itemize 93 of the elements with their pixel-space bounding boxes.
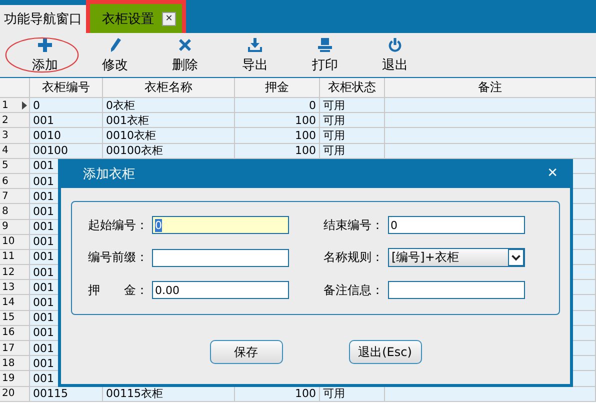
table-cell: 可用 bbox=[320, 113, 385, 128]
input-field[interactable] bbox=[152, 248, 289, 266]
table-cell: 100 bbox=[235, 113, 320, 128]
row-number: 3 bbox=[2, 130, 8, 141]
column-header: 衣柜编号 bbox=[30, 78, 103, 98]
table-cell: 可用 bbox=[320, 128, 385, 144]
input-field[interactable] bbox=[388, 281, 524, 299]
row-number: 12 bbox=[2, 266, 15, 278]
row-header[interactable]: 3 bbox=[0, 128, 30, 144]
row-number: 10 bbox=[2, 236, 15, 248]
table-cell: 00100 bbox=[30, 144, 103, 159]
row-header[interactable]: 17 bbox=[0, 341, 30, 356]
table-cell: 100 bbox=[235, 386, 320, 402]
row-number: 9 bbox=[2, 221, 8, 232]
table-cell: 00100衣柜 bbox=[103, 144, 235, 159]
row-header[interactable]: 19 bbox=[0, 371, 30, 387]
row-header[interactable]: 1 bbox=[0, 98, 30, 114]
input-field[interactable]: 0.00 bbox=[152, 281, 289, 299]
table-cell: 0010衣柜 bbox=[103, 128, 235, 144]
toolbar-button[interactable]: 修改 bbox=[80, 33, 150, 77]
row-header[interactable]: 6 bbox=[0, 174, 30, 190]
row-number: 1 bbox=[2, 100, 8, 111]
toolbar-button[interactable]: 导出 bbox=[220, 33, 290, 77]
row-number: 11 bbox=[2, 251, 15, 262]
plus-icon bbox=[37, 36, 53, 52]
column-header: 备注 bbox=[385, 78, 596, 98]
table-cell: 001 bbox=[30, 113, 103, 128]
table-cell: 0衣柜 bbox=[103, 98, 235, 114]
row-header[interactable]: 4 bbox=[0, 144, 30, 159]
row-number: 7 bbox=[2, 190, 8, 202]
row-number: 4 bbox=[2, 145, 8, 156]
power-icon bbox=[387, 36, 403, 52]
row-header[interactable]: 10 bbox=[0, 234, 30, 250]
row-number: 5 bbox=[2, 160, 8, 172]
row-number: 19 bbox=[2, 372, 15, 384]
field-label: 备注信息： bbox=[324, 282, 384, 298]
toolbar-button[interactable]: 删除 bbox=[150, 33, 220, 77]
row-number: 18 bbox=[2, 358, 15, 369]
row-number: 20 bbox=[2, 388, 15, 400]
field-label: 结束编号： bbox=[324, 216, 384, 234]
table-cell: 可用 bbox=[320, 386, 385, 402]
row-number: 16 bbox=[2, 327, 15, 338]
column-header: 衣柜名称 bbox=[103, 78, 235, 98]
row-header[interactable]: 20 bbox=[0, 386, 30, 402]
download-icon bbox=[247, 36, 263, 52]
row-header[interactable]: 18 bbox=[0, 356, 30, 372]
tab[interactable]: 衣柜设置 ✕ bbox=[86, 0, 186, 33]
row-number: 2 bbox=[2, 114, 8, 126]
toolbar-button[interactable]: 添加 bbox=[10, 33, 80, 77]
table-cell: 0010 bbox=[30, 128, 103, 144]
row-header[interactable]: 14 bbox=[0, 295, 30, 311]
toolbar-button[interactable]: 退出 bbox=[360, 33, 430, 77]
table-cell: 可用 bbox=[320, 98, 385, 114]
row-header[interactable]: 7 bbox=[0, 189, 30, 204]
table-cell: 001衣柜 bbox=[103, 113, 235, 128]
input-field[interactable]: 0 bbox=[152, 216, 289, 234]
field-label: 名称规则： bbox=[324, 249, 384, 266]
table-cell: 可用 bbox=[320, 144, 385, 159]
dialog-button[interactable]: 保存 bbox=[210, 340, 282, 364]
dialog-button[interactable]: 退出(Esc) bbox=[348, 340, 422, 364]
close-button[interactable]: ✕ bbox=[162, 12, 176, 26]
row-number: 15 bbox=[2, 312, 15, 324]
table-cell: 00115衣柜 bbox=[103, 386, 235, 402]
row-number: 6 bbox=[2, 176, 8, 187]
row-header[interactable]: 11 bbox=[0, 250, 30, 266]
row-number: 17 bbox=[2, 342, 15, 354]
row-header[interactable]: 16 bbox=[0, 326, 30, 341]
tab[interactable]: 功能导航窗口 bbox=[0, 5, 86, 33]
table-cell: 00115 bbox=[30, 386, 103, 402]
column-header: 衣柜状态 bbox=[320, 78, 385, 98]
row-header[interactable]: 13 bbox=[0, 280, 30, 296]
table-cell: 0 bbox=[30, 98, 103, 114]
printer-icon bbox=[317, 36, 333, 52]
row-header[interactable]: 2 bbox=[0, 113, 30, 128]
table-cell: 100 bbox=[235, 144, 320, 159]
row-header[interactable]: 15 bbox=[0, 310, 30, 326]
dropdown[interactable]: [编号]+衣柜 bbox=[388, 248, 524, 267]
row-header[interactable]: 12 bbox=[0, 265, 30, 280]
row-header[interactable]: 8 bbox=[0, 204, 30, 220]
row-number: 13 bbox=[2, 282, 15, 293]
column-header: 押金 bbox=[235, 78, 320, 98]
table-cell: 100 bbox=[235, 128, 320, 144]
close-button[interactable]: ✕ bbox=[547, 166, 558, 181]
chevron-down-icon bbox=[508, 249, 524, 266]
table-cell: 0 bbox=[235, 98, 320, 114]
row-header[interactable]: 9 bbox=[0, 220, 30, 235]
row-pointer-icon bbox=[22, 100, 27, 110]
row-header[interactable]: 5 bbox=[0, 158, 30, 174]
input-field[interactable]: 0 bbox=[388, 216, 524, 234]
row-number: 8 bbox=[2, 206, 8, 217]
close-icon bbox=[177, 36, 193, 52]
toolbar-button[interactable]: 打印 bbox=[290, 33, 360, 77]
row-number: 14 bbox=[2, 297, 15, 308]
